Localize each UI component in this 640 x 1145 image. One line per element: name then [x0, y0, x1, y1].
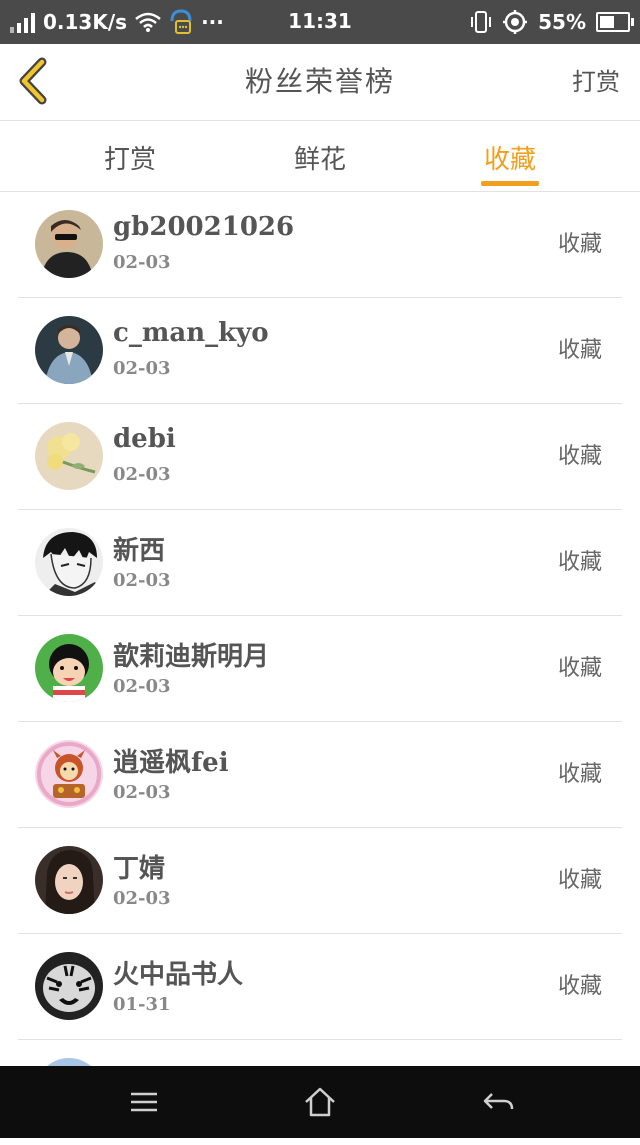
- user-name: 逍遥枫fei: [113, 748, 229, 778]
- user-name: c_man_kyo: [113, 318, 269, 348]
- battery-percent: 55%: [538, 10, 586, 34]
- tab-favorites[interactable]: 收藏: [450, 139, 570, 176]
- entry-action: 收藏: [557, 232, 602, 257]
- list-item[interactable]: 新西 02-03 收藏: [18, 510, 622, 616]
- avatar: [35, 740, 103, 808]
- fan-list: gb20021026 02-03 收藏 c_man_kyo 02-03 收藏 d…: [0, 192, 640, 1145]
- entry-date: 01-31: [113, 994, 171, 1015]
- menu-button[interactable]: [126, 1084, 162, 1120]
- return-icon: [483, 1093, 514, 1110]
- status-bar: 0.13K/s ··· 11:31 55%: [0, 0, 640, 44]
- user-name: 火中品书人: [113, 960, 244, 990]
- entry-action: 收藏: [557, 550, 602, 575]
- entry-date: 02-03: [113, 464, 171, 485]
- user-name: gb20021026: [113, 212, 295, 242]
- tab-reward[interactable]: 打赏: [70, 139, 190, 176]
- entry-date: 02-03: [113, 252, 171, 273]
- entry-action: 收藏: [557, 868, 602, 893]
- list-item[interactable]: 丁婧 02-03 收藏: [18, 828, 622, 934]
- avatar: [35, 952, 103, 1020]
- list-item[interactable]: 火中品书人 01-31 收藏: [18, 934, 622, 1040]
- avatar: [35, 634, 103, 702]
- list-item[interactable]: debi 02-03 收藏: [18, 404, 622, 510]
- entry-action: 收藏: [557, 656, 602, 681]
- home-button[interactable]: [302, 1084, 338, 1120]
- avatar: [35, 422, 103, 490]
- tab-bar: 打赏 鲜花 收藏: [0, 121, 640, 192]
- reward-button[interactable]: 打赏: [572, 62, 620, 97]
- list-item[interactable]: 逍遥枫fei 02-03 收藏: [18, 722, 622, 828]
- system-nav-bar: [0, 1066, 640, 1138]
- active-tab-indicator: [481, 181, 539, 186]
- avatar: [35, 846, 103, 914]
- entry-action: 收藏: [557, 444, 602, 469]
- tab-flowers[interactable]: 鲜花: [260, 139, 380, 176]
- back-nav-button[interactable]: [480, 1084, 516, 1120]
- top-bar: 粉丝荣誉榜 打赏: [0, 44, 640, 121]
- avatar: [35, 316, 103, 384]
- vibrate-icon: [471, 11, 492, 33]
- list-item[interactable]: 歆莉迪斯明月 02-03 收藏: [18, 616, 622, 722]
- battery-icon: [596, 12, 634, 32]
- entry-date: 02-03: [113, 782, 171, 803]
- entry-date: 02-03: [113, 358, 171, 379]
- avatar: [35, 210, 103, 278]
- entry-date: 02-03: [113, 570, 171, 591]
- entry-action: 收藏: [557, 974, 602, 999]
- entry-date: 02-03: [113, 888, 171, 909]
- entry-action: 收藏: [557, 338, 602, 363]
- list-item[interactable]: c_man_kyo 02-03 收藏: [18, 298, 622, 404]
- menu-icon: [131, 1092, 157, 1112]
- home-icon: [305, 1087, 335, 1117]
- location-icon: [503, 10, 528, 34]
- status-right: 55%: [470, 9, 634, 35]
- list-item[interactable]: gb20021026 02-03 收藏: [18, 192, 622, 298]
- entry-date: 02-03: [113, 676, 171, 697]
- user-name: 歆莉迪斯明月: [113, 642, 270, 672]
- page-title: 粉丝荣誉榜: [244, 65, 395, 98]
- entry-action: 收藏: [557, 762, 602, 787]
- user-name: 新西: [113, 536, 166, 566]
- user-name: 丁婧: [113, 854, 166, 884]
- user-name: debi: [113, 424, 176, 454]
- avatar: [35, 528, 103, 596]
